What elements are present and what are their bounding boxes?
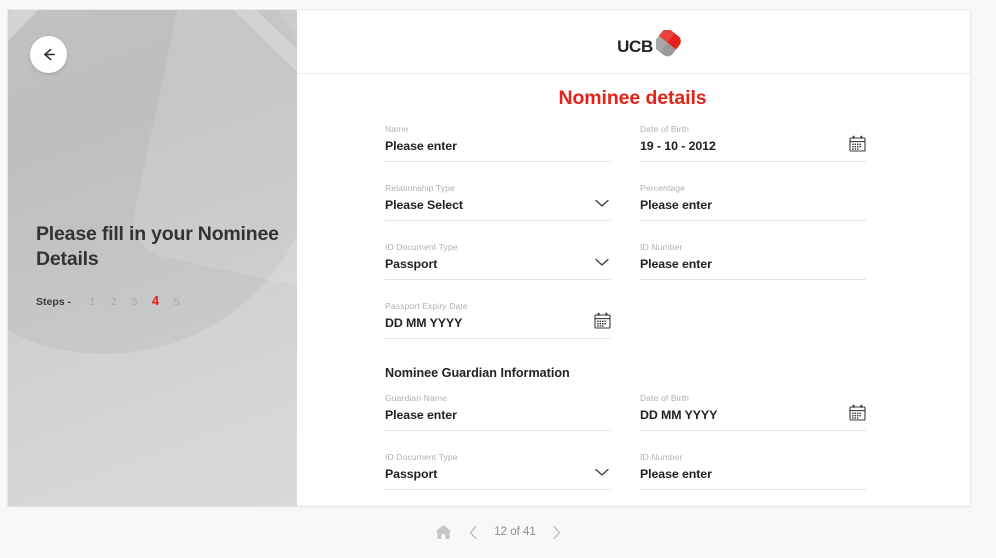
- hero-title: Please fill in your Nominee Details: [36, 223, 279, 270]
- step-2[interactable]: 2: [103, 296, 124, 308]
- previous-page-button[interactable]: [468, 525, 479, 540]
- field-name: Name Please enter: [385, 124, 611, 162]
- next-page-button[interactable]: [551, 525, 562, 540]
- chevron-down-icon[interactable]: [595, 464, 609, 482]
- field-id-number: ID Number Please enter: [640, 242, 866, 280]
- hero-panel: Please fill in your Nominee Details Step…: [8, 10, 297, 506]
- arrow-left-icon: [40, 46, 57, 63]
- field-label-date-of-birth: Date of Birth: [640, 124, 690, 134]
- field-id-document-type: ID Document Type Passport: [385, 242, 611, 280]
- field-label-relationship-type: Relationship Type: [385, 183, 455, 193]
- field-label-id-document-type: ID Document Type: [385, 242, 458, 252]
- page-indicator: 12 of 41: [494, 526, 536, 538]
- hero-text-block: Please fill in your Nominee Details Step…: [36, 222, 288, 308]
- section-heading-guardian: Nominee Guardian Information: [385, 366, 570, 380]
- nominee-form: Name Please enter Date of Birth 19 - 10 …: [297, 124, 970, 506]
- chevron-down-icon[interactable]: [595, 195, 609, 213]
- form-row-2: Relationship Type Please Select Percenta…: [385, 183, 934, 242]
- field-guardian-id-number: ID Number Please enter: [640, 452, 866, 490]
- calendar-icon[interactable]: [594, 312, 611, 334]
- field-value-id-document-type: Passport: [385, 257, 438, 271]
- field-label-percentage: Percentage: [640, 183, 685, 193]
- field-value-guardian-date-of-birth: DD MM YYYY: [640, 408, 718, 422]
- field-value-id-number: Please enter: [640, 257, 712, 271]
- back-button[interactable]: [30, 36, 67, 73]
- field-guardian-date-of-birth: Date of Birth DD MM YYYY: [640, 393, 866, 431]
- field-label-guardian-id-document-type: ID Document Type: [385, 452, 458, 462]
- field-value-percentage: Please enter: [640, 198, 712, 212]
- relationship-type-select[interactable]: Please Select: [385, 198, 611, 221]
- field-relationship-type: Relationship Type Please Select: [385, 183, 611, 221]
- home-icon[interactable]: [434, 523, 453, 541]
- main-panel: UCB Nominee details Name Please enter Da…: [297, 10, 970, 506]
- field-percentage: Percentage Please enter: [640, 183, 866, 221]
- field-guardian-id-document-type: ID Document Type Passport: [385, 452, 611, 490]
- steps-indicator: Steps - 1 2 3 4 5: [36, 293, 288, 308]
- field-label-id-number: ID Number: [640, 242, 683, 252]
- field-date-of-birth: Date of Birth 19 - 10 - 2012: [640, 124, 866, 162]
- form-row-4: Passport Expiry Date DD MM YYYY: [385, 301, 934, 360]
- main-header: UCB: [297, 10, 970, 74]
- form-row-3: ID Document Type Passport ID Number Plea…: [385, 242, 934, 301]
- wizard-card: Please fill in your Nominee Details Step…: [8, 10, 970, 506]
- guardian-id-document-type-select[interactable]: Passport: [385, 467, 611, 490]
- field-value-relationship-type: Please Select: [385, 198, 463, 212]
- field-value-guardian-id-number: Please enter: [640, 467, 712, 481]
- field-value-name: Please enter: [385, 139, 457, 153]
- name-input[interactable]: Please enter: [385, 139, 611, 162]
- passport-expiry-date-input[interactable]: DD MM YYYY: [385, 312, 611, 339]
- field-label-name: Name: [385, 124, 409, 134]
- field-label-guardian-name: Guardian Name: [385, 393, 447, 403]
- id-document-type-select[interactable]: Passport: [385, 257, 611, 280]
- chevron-down-icon[interactable]: [595, 254, 609, 272]
- field-value-date-of-birth: 19 - 10 - 2012: [640, 139, 716, 153]
- guardian-id-number-input[interactable]: Please enter: [640, 467, 866, 490]
- field-label-guardian-date-of-birth: Date of Birth: [640, 393, 690, 403]
- step-3[interactable]: 3: [124, 296, 145, 308]
- page-root: Please fill in your Nominee Details Step…: [0, 0, 996, 558]
- form-row-5: Guardian Name Please enter Date of Birth…: [385, 393, 934, 452]
- field-passport-expiry-date: Passport Expiry Date DD MM YYYY: [385, 301, 611, 339]
- date-of-birth-input[interactable]: 19 - 10 - 2012: [640, 135, 866, 162]
- ucb-logo: UCB: [617, 29, 682, 63]
- pagination-bar: 12 of 41: [0, 506, 996, 558]
- page-title: Nominee details: [558, 87, 707, 109]
- logo-text: UCB: [617, 36, 653, 56]
- guardian-date-of-birth-input[interactable]: DD MM YYYY: [640, 404, 866, 431]
- field-label-guardian-id-number: ID Number: [640, 452, 683, 462]
- steps-label: Steps -: [36, 295, 72, 308]
- form-row-1: Name Please enter Date of Birth 19 - 10 …: [385, 124, 934, 183]
- field-value-passport-expiry-date: DD MM YYYY: [385, 316, 463, 330]
- percentage-input[interactable]: Please enter: [640, 198, 866, 221]
- step-1[interactable]: 1: [82, 296, 103, 308]
- field-value-guardian-id-document-type: Passport: [385, 467, 438, 481]
- id-number-input[interactable]: Please enter: [640, 257, 866, 280]
- field-value-guardian-name: Please enter: [385, 408, 457, 422]
- form-row-6: ID Document Type Passport ID Number Plea…: [385, 452, 934, 506]
- guardian-name-input[interactable]: Please enter: [385, 408, 611, 431]
- step-5[interactable]: 5: [166, 296, 187, 308]
- calendar-icon[interactable]: [849, 135, 866, 157]
- calendar-icon[interactable]: [849, 404, 866, 426]
- step-4[interactable]: 4: [145, 293, 166, 308]
- ucb-capsule-icon: [653, 29, 682, 63]
- field-label-passport-expiry-date: Passport Expiry Date: [385, 301, 468, 311]
- field-guardian-name: Guardian Name Please enter: [385, 393, 611, 431]
